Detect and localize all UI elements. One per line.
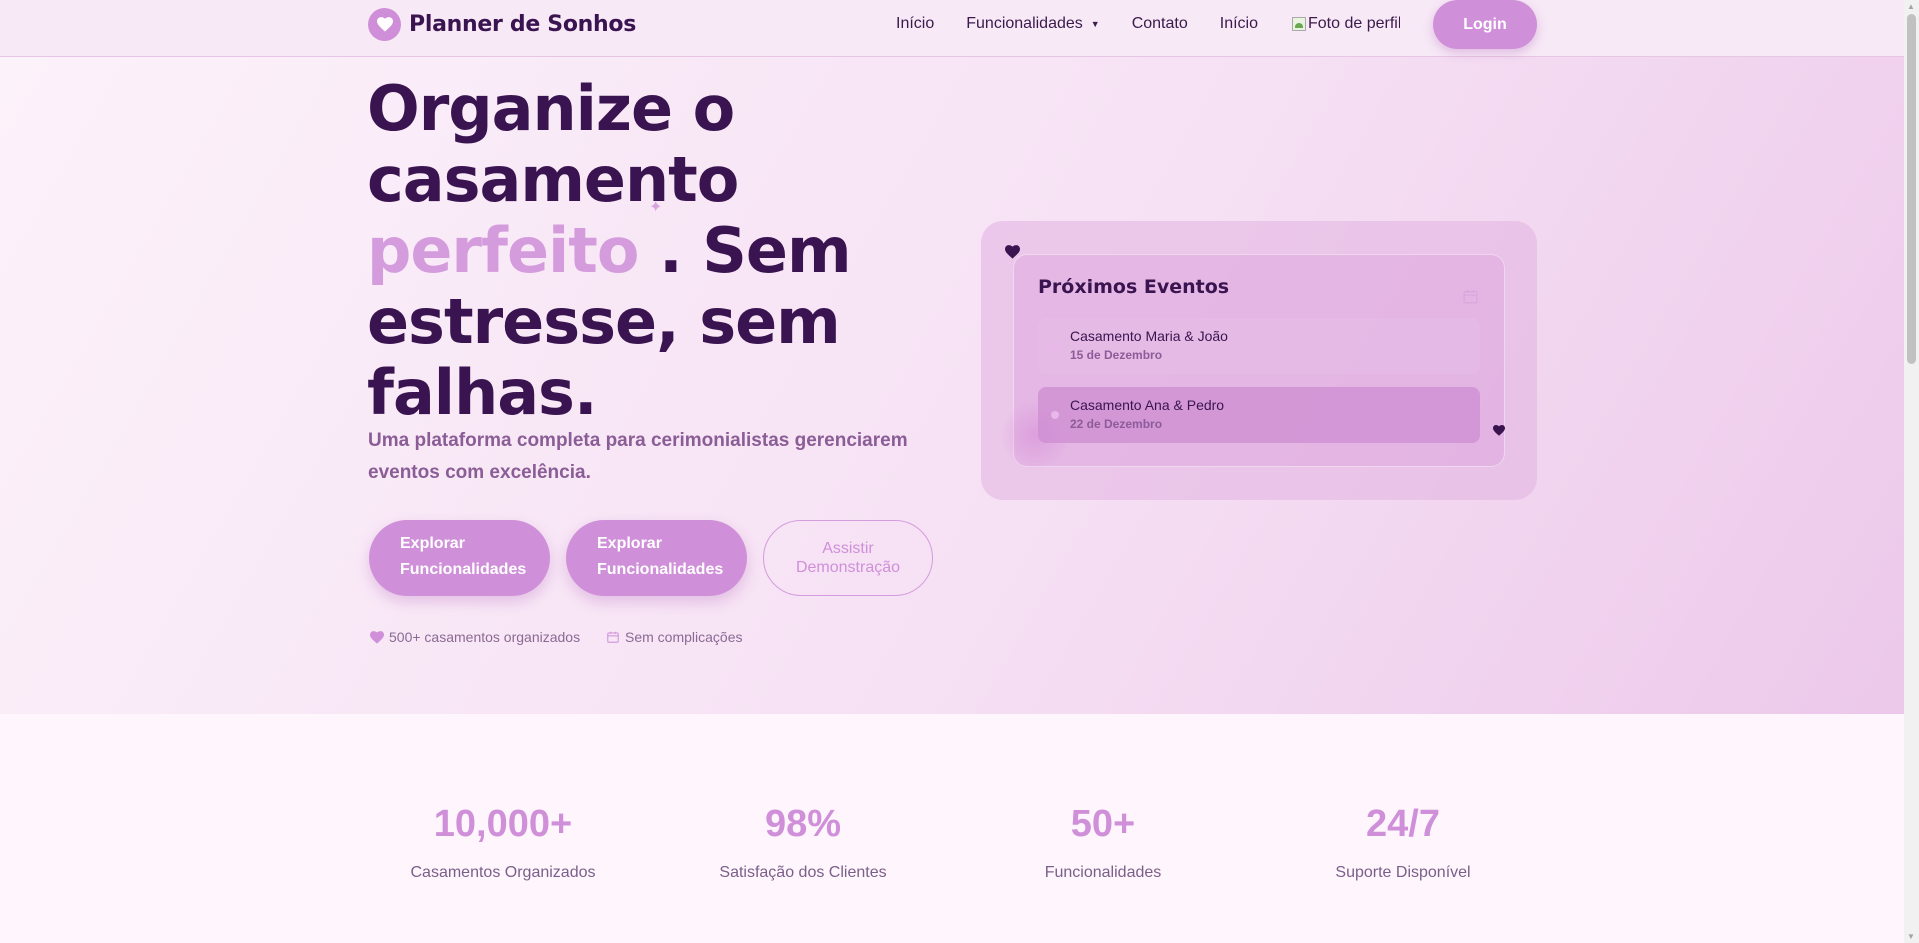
- calendar-icon: [1462, 288, 1479, 310]
- login-button[interactable]: Login: [1433, 0, 1537, 49]
- heart-icon: [368, 8, 401, 41]
- watch-demo-button[interactable]: Assistir Demonstração: [763, 520, 933, 596]
- top-navbar: Planner de Sonhos Início Funcionalidades…: [0, 0, 1904, 57]
- trust-text: Sem complicações: [625, 629, 743, 645]
- caret-down-icon: ▼: [1090, 18, 1100, 29]
- stat-value: 24/7: [1366, 803, 1440, 845]
- stat-value: 10,000+: [433, 803, 573, 845]
- events-card-title: Próximos Eventos: [1038, 276, 1230, 298]
- nav-dropdown-label: Funcionalidades: [966, 14, 1083, 32]
- event-item[interactable]: Casamento Maria & João 15 de Dezembro: [1038, 318, 1480, 374]
- heart-icon: [1493, 423, 1505, 441]
- nav-dropdown-funcionalidades[interactable]: Funcionalidades ▼: [966, 15, 1099, 33]
- hero-title-line-1: Organize o: [367, 72, 735, 145]
- hero-title-line-5: falhas.: [367, 356, 597, 429]
- heart-icon: [1005, 245, 1020, 264]
- event-date: 15 de Dezembro: [1070, 348, 1163, 362]
- hero-section: [0, 57, 1904, 714]
- event-date: 22 de Dezembro: [1070, 417, 1163, 431]
- page: Planner de Sonhos Início Funcionalidades…: [0, 0, 1904, 943]
- avatar-alt-text: Foto de perfil: [1308, 15, 1400, 32]
- stat-value: 50+: [1070, 803, 1136, 845]
- hero-title-line-4: estresse, sem: [367, 285, 841, 358]
- hero-title: Organize o casamento perfeito . Sem estr…: [367, 73, 927, 428]
- button-label-line-1: Explorar: [400, 535, 465, 552]
- button-label-line-1: Assistir: [822, 540, 874, 557]
- stat-weddings: 10,000+ Casamentos Organizados: [353, 803, 653, 882]
- stats-section: 10,000+ Casamentos Organizados 98% Satis…: [0, 714, 1904, 943]
- explore-features-button-2[interactable]: Explorar Funcionalidades: [566, 520, 747, 596]
- nav-link-contato[interactable]: Contato: [1132, 15, 1188, 33]
- scroll-down-arrow-icon[interactable]: ▼: [1907, 932, 1915, 941]
- stat-value: 98%: [764, 803, 842, 845]
- nav-link-inicio[interactable]: Início: [896, 15, 934, 33]
- broken-image-icon: [1292, 17, 1306, 31]
- calendar-icon: [606, 630, 620, 644]
- sparkle-icon: ✦: [649, 199, 663, 216]
- trust-badge-weddings: 500+ casamentos organizados: [370, 629, 580, 645]
- nav-links: Início Funcionalidades ▼ Contato Início: [896, 0, 1290, 47]
- hero-title-line-2: casamento: [367, 143, 739, 216]
- avatar[interactable]: Foto de perfil: [1292, 13, 1400, 35]
- brand-name: Planner de Sonhos: [409, 12, 636, 37]
- button-label-line-2: Funcionalidades: [597, 561, 724, 578]
- stat-label: Satisfação dos Clientes: [719, 864, 887, 881]
- explore-features-button[interactable]: Explorar Funcionalidades: [369, 520, 550, 596]
- trust-badge-simple: Sem complicações: [606, 629, 743, 645]
- button-label-line-1: Explorar: [597, 535, 662, 552]
- heart-icon: [370, 630, 384, 644]
- stat-label: Funcionalidades: [1044, 864, 1162, 881]
- event-dot: [1051, 342, 1059, 350]
- stat-satisfaction: 98% Satisfação dos Clientes: [653, 803, 953, 882]
- scroll-up-arrow-icon[interactable]: ▲: [1907, 2, 1915, 11]
- hero-title-line-3-rest: . Sem: [638, 214, 851, 287]
- button-label-line-2: Funcionalidades: [400, 561, 527, 578]
- hero-subtitle: Uma plataforma completa para cerimoniali…: [368, 430, 908, 483]
- trust-text: 500+ casamentos organizados: [389, 629, 581, 645]
- hero-title-accent: perfeito: [367, 214, 640, 287]
- event-item[interactable]: Casamento Ana & Pedro 22 de Dezembro: [1038, 387, 1480, 443]
- scrollbar[interactable]: ▲ ▼: [1904, 0, 1919, 943]
- event-name: Casamento Maria & João: [1070, 328, 1228, 344]
- stat-support: 24/7 Suporte Disponível: [1253, 803, 1553, 882]
- stat-label: Casamentos Organizados: [410, 864, 596, 881]
- scrollbar-thumb[interactable]: [1907, 14, 1916, 364]
- event-dot: [1051, 411, 1059, 419]
- stat-features: 50+ Funcionalidades: [953, 803, 1253, 882]
- event-name: Casamento Ana & Pedro: [1070, 397, 1225, 413]
- nav-link-inicio-2[interactable]: Início: [1220, 15, 1258, 33]
- button-label-line-2: Demonstração: [795, 559, 901, 576]
- stat-label: Suporte Disponível: [1335, 864, 1471, 881]
- brand-logo[interactable]: Planner de Sonhos: [368, 8, 636, 41]
